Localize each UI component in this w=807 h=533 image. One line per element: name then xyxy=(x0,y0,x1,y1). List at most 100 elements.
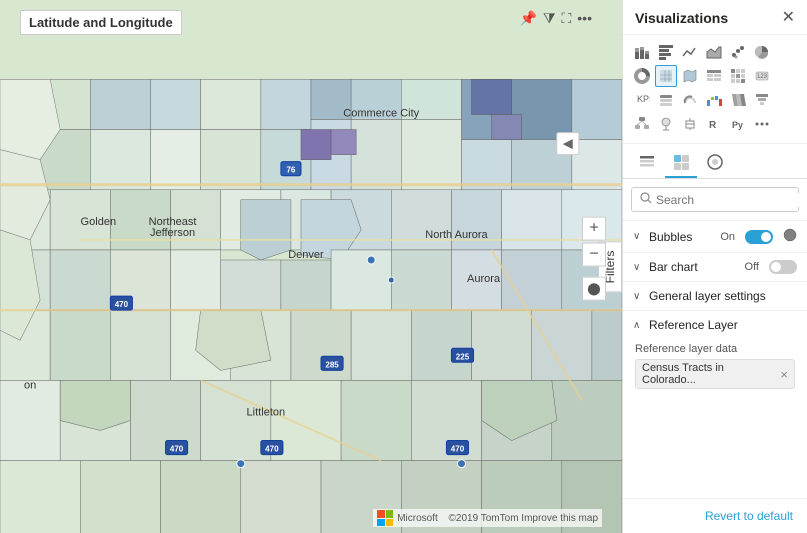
viz-map-icon[interactable] xyxy=(655,65,677,87)
svg-text:470: 470 xyxy=(170,445,184,454)
svg-text:470: 470 xyxy=(451,445,465,454)
map-attribution: Microsoft ©2019 TomTom Improve this map xyxy=(373,509,602,527)
viz-row-4: R Py xyxy=(631,113,799,135)
section-bubbles-header[interactable]: ∨ Bubbles On xyxy=(623,221,807,252)
viz-decomp-icon[interactable] xyxy=(631,113,653,135)
chevron-bubbles: ∨ xyxy=(633,231,643,242)
chevron-reference-layer: ∧ xyxy=(633,320,643,331)
svg-text:◀: ◀ xyxy=(563,136,573,151)
ref-data-label: Reference layer data xyxy=(635,343,795,355)
more-icon[interactable]: ••• xyxy=(577,10,592,27)
viz-more-icon[interactable] xyxy=(751,113,773,135)
svg-text:on: on xyxy=(24,379,36,391)
ref-tag-remove-button[interactable]: × xyxy=(780,368,788,381)
search-box[interactable] xyxy=(631,187,799,212)
svg-text:123: 123 xyxy=(757,74,768,80)
bar-chart-toggle-label: Off xyxy=(745,261,759,273)
svg-text:Commerce City: Commerce City xyxy=(343,108,419,120)
map-area[interactable]: 76 470 470 470 470 285 225 Commerce City… xyxy=(0,0,622,533)
zoom-out-button[interactable]: − xyxy=(582,242,606,266)
microsoft-text: Microsoft xyxy=(397,513,438,524)
revert-to-default-button[interactable]: Revert to default xyxy=(701,507,797,525)
bubbles-toggle-label: On xyxy=(720,231,735,243)
map-toolbar: 📌 ⧩ ⛶ ••• xyxy=(520,10,592,27)
filter-icon[interactable]: ⧩ xyxy=(543,10,556,27)
zoom-controls: + − ⬤ xyxy=(582,216,606,300)
ref-tag-value: Census Tracts in Colorado... xyxy=(642,362,776,386)
viz-stacked-bar-icon[interactable] xyxy=(631,41,653,63)
svg-text:225: 225 xyxy=(456,352,470,361)
bar-chart-toggle[interactable] xyxy=(769,260,797,274)
viz-python-icon[interactable]: Py xyxy=(727,113,749,135)
right-panel: Visualizations ✕ xyxy=(622,0,807,533)
section-general-layer-label: General layer settings xyxy=(649,289,766,303)
section-reference-layer: ∧ Reference Layer Reference layer data C… xyxy=(623,310,807,397)
svg-text:North Aurora: North Aurora xyxy=(425,229,488,241)
svg-text:470: 470 xyxy=(115,300,129,309)
panel-close-button[interactable]: ✕ xyxy=(782,10,795,26)
viz-line-icon[interactable] xyxy=(679,41,701,63)
section-bar-chart-header[interactable]: ∨ Bar chart Off xyxy=(623,253,807,281)
zoom-in-button[interactable]: + xyxy=(582,216,606,240)
viz-bar-icon[interactable] xyxy=(655,41,677,63)
microsoft-logo-area xyxy=(377,510,393,526)
viz-matrix-icon[interactable] xyxy=(727,65,749,87)
revert-button-area: Revert to default xyxy=(623,498,807,533)
viz-gauge-icon[interactable] xyxy=(679,89,701,111)
bubbles-toggle[interactable] xyxy=(745,230,773,244)
viz-kpi-icon[interactable]: KPI xyxy=(631,89,653,111)
viz-area-icon[interactable] xyxy=(703,41,725,63)
tab-fields[interactable] xyxy=(631,148,663,178)
viz-pie-icon[interactable] xyxy=(751,41,773,63)
map-svg: 76 470 470 470 470 285 225 Commerce City… xyxy=(0,0,622,533)
svg-text:R: R xyxy=(709,120,717,131)
search-input[interactable] xyxy=(656,193,807,207)
microsoft-logo xyxy=(377,510,393,526)
viz-table-icon[interactable] xyxy=(703,65,725,87)
svg-text:285: 285 xyxy=(325,360,339,369)
viz-donut-icon[interactable] xyxy=(631,65,653,87)
chevron-bar-chart: ∨ xyxy=(633,262,643,273)
svg-text:Py: Py xyxy=(732,120,743,130)
focus-icon[interactable]: ⛶ xyxy=(561,10,571,27)
section-bar-chart: ∨ Bar chart Off xyxy=(623,252,807,281)
tab-format[interactable] xyxy=(665,148,697,178)
search-icon xyxy=(640,192,652,207)
attribution-text: ©2019 TomTom Improve this map xyxy=(449,513,598,524)
svg-text:Denver: Denver xyxy=(288,249,324,261)
zoom-arrow-button[interactable]: ⬤ xyxy=(582,276,606,300)
panel-content: ∨ Bubbles On ∨ Bar chart Off xyxy=(623,179,807,498)
viz-row-1 xyxy=(631,41,799,63)
svg-text:KPI: KPI xyxy=(637,94,650,104)
section-reference-layer-label: Reference Layer xyxy=(649,318,738,332)
section-general-layer: ∨ General layer settings xyxy=(623,281,807,310)
ref-tag: Census Tracts in Colorado... × xyxy=(635,359,795,389)
viz-box-icon[interactable] xyxy=(679,113,701,135)
section-reference-layer-header[interactable]: ∧ Reference Layer xyxy=(623,311,807,339)
viz-filled-map-icon[interactable] xyxy=(679,65,701,87)
map-title: Latitude and Longitude xyxy=(20,10,182,35)
chevron-general-layer: ∨ xyxy=(633,291,643,302)
tab-analytics[interactable] xyxy=(699,148,731,178)
svg-text:Littleton: Littleton xyxy=(247,406,286,418)
pin-icon[interactable]: 📌 xyxy=(520,10,537,27)
section-bar-chart-label: Bar chart xyxy=(649,260,698,274)
viz-card-icon[interactable]: 123 xyxy=(751,65,773,87)
reference-layer-body: Reference layer data Census Tracts in Co… xyxy=(623,339,807,397)
section-bubbles-label: Bubbles xyxy=(649,230,692,244)
viz-waterfall-icon[interactable] xyxy=(703,89,725,111)
section-bubbles: ∨ Bubbles On xyxy=(623,220,807,252)
viz-r-icon[interactable]: R xyxy=(703,113,725,135)
viz-funnel-icon[interactable] xyxy=(751,89,773,111)
bubbles-color-dot xyxy=(783,228,797,245)
viz-icons-grid: 123 KPI xyxy=(623,35,807,144)
viz-ribbon-icon[interactable] xyxy=(727,89,749,111)
section-general-layer-header[interactable]: ∨ General layer settings xyxy=(623,282,807,310)
viz-key-influencers-icon[interactable] xyxy=(655,113,677,135)
svg-text:76: 76 xyxy=(286,166,295,175)
viz-scatter-icon[interactable] xyxy=(727,41,749,63)
viz-slicer-icon[interactable] xyxy=(655,89,677,111)
viz-row-3: KPI xyxy=(631,89,799,111)
panel-header: Visualizations ✕ xyxy=(623,0,807,35)
tab-strip xyxy=(623,144,807,179)
